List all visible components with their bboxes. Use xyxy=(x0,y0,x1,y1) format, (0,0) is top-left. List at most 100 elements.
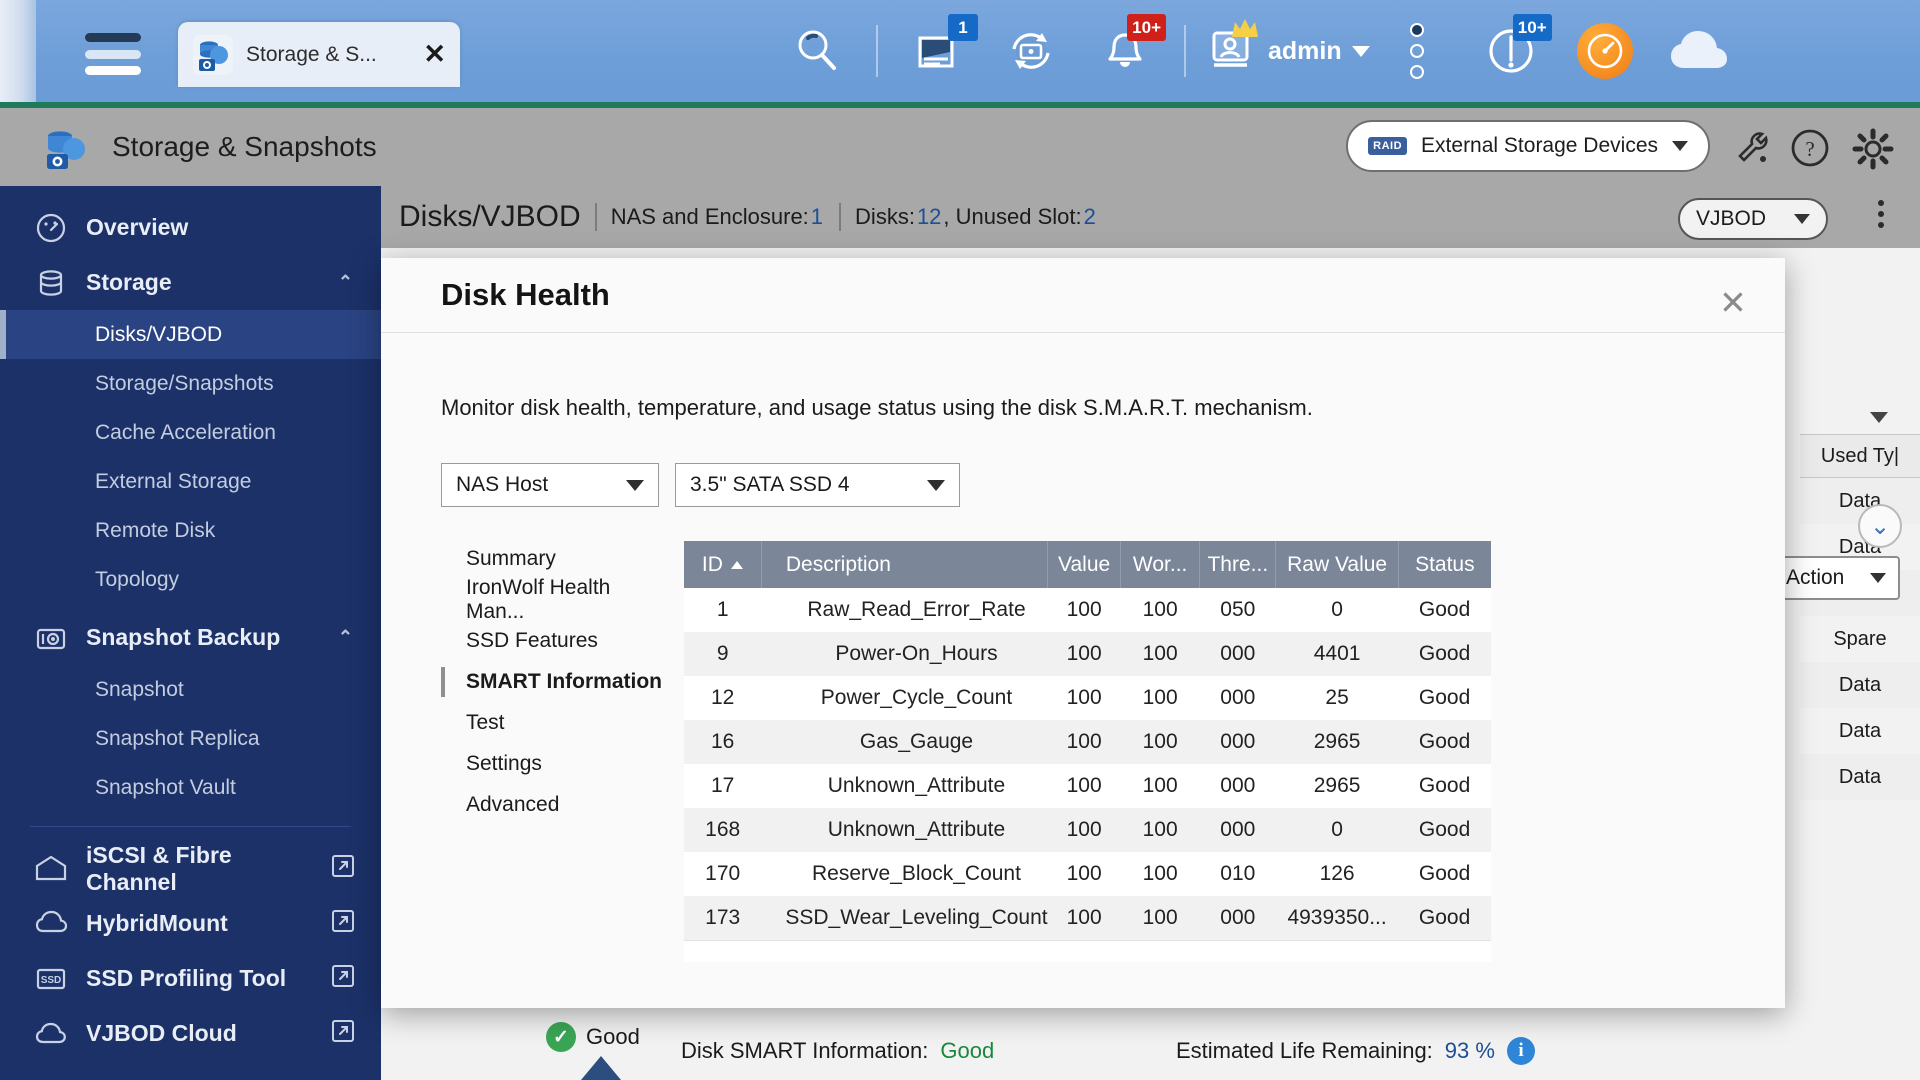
page-title: Disks/VJBOD xyxy=(399,200,581,234)
unused-slot-value: 2 xyxy=(1084,204,1096,230)
admin-menu[interactable]: admin xyxy=(1206,23,1370,80)
info-icon[interactable]: i xyxy=(1507,1037,1535,1065)
host-select[interactable]: NAS Host xyxy=(441,463,659,507)
sidebar-item-label: VJBOD Cloud xyxy=(86,1020,237,1047)
three-dots-icon[interactable] xyxy=(1384,18,1450,84)
cell-raw-value: 25 xyxy=(1276,676,1398,720)
nav-item-smart-information[interactable]: SMART Information xyxy=(441,664,666,700)
table-row[interactable]: 12 Power_Cycle_Count 100 100 000 25 Good xyxy=(684,676,1491,720)
disk-select[interactable]: 3.5" SATA SSD 4 xyxy=(675,463,960,507)
vjbod-cloud-icon xyxy=(34,1017,68,1051)
sidebar-subitem-label: Remote Disk xyxy=(95,519,215,543)
resource-monitor-icon[interactable]: 10+ xyxy=(1478,18,1544,84)
taskbar-icon-group: 1 10+ xyxy=(770,0,1746,102)
sidebar-subitem-label: External Storage xyxy=(95,470,251,494)
sidebar-item-label: iSCSI & Fibre Channel xyxy=(86,842,313,896)
vjbod-selector[interactable]: VJBOD xyxy=(1678,198,1828,240)
column-header-description[interactable]: Description xyxy=(761,541,1047,588)
column-header-status[interactable]: Status xyxy=(1398,541,1491,588)
action-button[interactable]: Action xyxy=(1772,556,1900,600)
nav-item-advanced[interactable]: Advanced xyxy=(441,787,666,823)
table-row[interactable]: 168 Unknown_Attribute 100 100 000 0 Good xyxy=(684,808,1491,852)
settings-gear-icon[interactable] xyxy=(1850,126,1896,177)
sidebar-item-ssd-profiling-tool[interactable]: SSD SSD Profiling Tool xyxy=(0,951,381,1006)
taskbar-left-edge xyxy=(0,0,36,108)
cell-worst: 100 xyxy=(1121,588,1200,632)
sidebar-item-remote-disk[interactable]: Remote Disk xyxy=(0,506,381,555)
backup-sync-icon[interactable] xyxy=(998,18,1064,84)
file-station-badge: 1 xyxy=(948,14,978,41)
sidebar-item-snapshot-replica[interactable]: Snapshot Replica xyxy=(0,714,381,763)
table-row[interactable]: 173 SSD_Wear_Leveling_Count 100 100 000 … xyxy=(684,896,1491,940)
nav-item-label: SSD Features xyxy=(466,629,598,653)
sidebar-item-snapshot[interactable]: Snapshot xyxy=(0,665,381,714)
cell-threshold: 000 xyxy=(1200,720,1276,764)
column-header-raw-value[interactable]: Raw Value xyxy=(1276,541,1398,588)
notification-bell-icon[interactable]: 10+ xyxy=(1092,18,1158,84)
close-icon[interactable]: ✕ xyxy=(423,41,446,68)
sidebar-item-label: Overview xyxy=(86,214,188,241)
cloud-icon[interactable] xyxy=(1666,18,1732,84)
unused-slot-label: , Unused Slot: xyxy=(943,204,1081,230)
svg-text:?: ? xyxy=(1805,137,1814,161)
cell-status: Good xyxy=(1398,852,1491,896)
search-icon[interactable] xyxy=(784,18,850,84)
sidebar-item-cache-acceleration[interactable]: Cache Acceleration xyxy=(0,408,381,457)
table-row[interactable]: 170 Reserve_Block_Count 100 100 010 126 … xyxy=(684,852,1491,896)
sidebar-item-topology[interactable]: Topology xyxy=(0,555,381,604)
table-row: Data xyxy=(1800,708,1920,754)
double-chevron-down-icon[interactable]: ⌄ xyxy=(1858,504,1902,548)
hamburger-icon[interactable] xyxy=(85,33,141,75)
sidebar-item-label: Storage xyxy=(86,269,172,296)
smart-information-label: Disk SMART Information: xyxy=(681,1038,928,1064)
nav-item-summary[interactable]: Summary xyxy=(441,541,666,577)
cell-threshold: 000 xyxy=(1200,896,1276,940)
cell-description: Unknown_Attribute xyxy=(761,808,1047,852)
table-row[interactable]: 1 Raw_Read_Error_Rate 100 100 050 0 Good xyxy=(684,588,1491,632)
sidebar-item-disks-vjbod[interactable]: Disks/VJBOD xyxy=(0,310,381,359)
host-select-value: NAS Host xyxy=(456,473,548,497)
table-row[interactable]: 17 Unknown_Attribute 100 100 000 2965 Go… xyxy=(684,764,1491,808)
vjbod-selector-label: VJBOD xyxy=(1696,207,1766,231)
table-row: Data xyxy=(1800,754,1920,800)
cell-value: 100 xyxy=(1048,676,1121,720)
taskbar-divider-1 xyxy=(876,25,878,77)
sidebar-item-iscsi-fibre-channel[interactable]: iSCSI & Fibre Channel xyxy=(0,841,381,896)
external-storage-devices-button[interactable]: RAID External Storage Devices xyxy=(1346,120,1710,172)
table-row[interactable]: 9 Power-On_Hours 100 100 000 4401 Good xyxy=(684,632,1491,676)
app-tab-storage-snapshots[interactable]: Storage & S... ✕ xyxy=(178,22,460,87)
disk-select-value: 3.5" SATA SSD 4 xyxy=(690,473,850,497)
nav-item-ssd-features[interactable]: SSD Features xyxy=(441,623,666,659)
sidebar-item-external-storage[interactable]: External Storage xyxy=(0,457,381,506)
nav-item-test[interactable]: Test xyxy=(441,705,666,741)
nav-item-settings[interactable]: Settings xyxy=(441,746,666,782)
column-header-threshold[interactable]: Thre... xyxy=(1200,541,1276,588)
sidebar-item-snapshot-vault[interactable]: Snapshot Vault xyxy=(0,763,381,812)
sidebar-item-storage-snapshots[interactable]: Storage/Snapshots xyxy=(0,359,381,408)
dialog-nav-list: Summary IronWolf Health Man... SSD Featu… xyxy=(381,541,666,962)
speedometer-icon[interactable] xyxy=(1572,18,1638,84)
cell-worst: 100 xyxy=(1121,808,1200,852)
breadcrumb-divider xyxy=(595,203,597,231)
sidebar-item-overview[interactable]: Overview xyxy=(0,200,381,255)
column-header-id[interactable]: ID xyxy=(684,541,761,588)
nav-item-ironwolf-health-management[interactable]: IronWolf Health Man... xyxy=(441,582,666,618)
table-row[interactable]: 16 Gas_Gauge 100 100 000 2965 Good xyxy=(684,720,1491,764)
sidebar-item-vjbod-cloud[interactable]: VJBOD Cloud xyxy=(0,1006,381,1061)
kebab-menu-icon[interactable] xyxy=(1878,200,1884,228)
help-icon[interactable]: ? xyxy=(1788,126,1832,175)
dialog-description: Monitor disk health, temperature, and us… xyxy=(441,395,1785,421)
behind-panel-column: Used Ty| Data Data Free Spare Data Data … xyxy=(1800,434,1920,800)
file-station-icon[interactable]: 1 xyxy=(904,18,970,84)
sidebar-item-storage[interactable]: Storage ⌃ xyxy=(0,255,381,310)
close-icon[interactable]: ✕ xyxy=(1711,280,1755,324)
column-header-value[interactable]: Value xyxy=(1048,541,1121,588)
dialog-header: Disk Health xyxy=(381,258,1785,333)
sidebar-item-snapshot-backup[interactable]: Snapshot Backup ⌃ xyxy=(0,610,381,665)
column-header-worst[interactable]: Wor... xyxy=(1121,541,1200,588)
chevron-down-icon[interactable] xyxy=(1870,412,1888,423)
nas-enclosure-value: 1 xyxy=(811,204,823,230)
cell-raw-value: 2965 xyxy=(1276,720,1398,764)
sidebar-item-hybridmount[interactable]: HybridMount xyxy=(0,896,381,951)
tools-icon[interactable] xyxy=(1730,126,1774,175)
